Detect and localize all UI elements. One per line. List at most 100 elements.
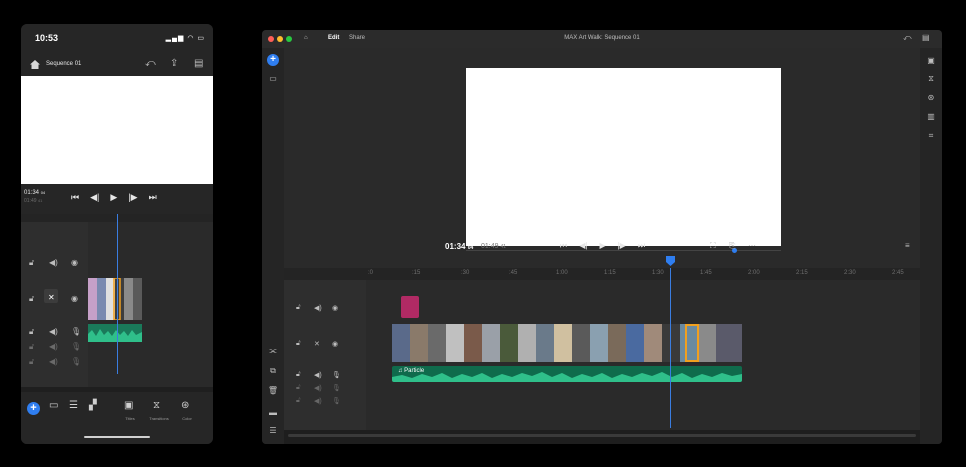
home-icon[interactable] bbox=[29, 59, 41, 70]
eye-icon[interactable]: ◉ bbox=[332, 340, 338, 348]
lock-icon[interactable]: 🔓︎ bbox=[296, 384, 301, 392]
media-icon[interactable]: ▭ bbox=[49, 400, 58, 411]
audio-icon[interactable]: ▥ bbox=[920, 112, 942, 121]
speaker-icon[interactable]: ◀) bbox=[314, 397, 322, 405]
play-icon[interactable]: ▶ bbox=[599, 241, 605, 251]
comment-icon[interactable]: ▤ bbox=[922, 33, 930, 42]
video-clip[interactable] bbox=[88, 278, 142, 320]
undo-icon[interactable]: ⤺ bbox=[145, 58, 156, 69]
lock-icon[interactable]: 🔓︎ bbox=[296, 397, 301, 405]
lock-icon[interactable]: 🔓︎ bbox=[296, 304, 301, 312]
audio-clip[interactable] bbox=[88, 324, 142, 342]
signal-wifi-battery-icon: ▂▄▆ ◠ ▭ bbox=[165, 35, 205, 42]
list-icon[interactable]: ☰ bbox=[69, 400, 78, 411]
program-monitor bbox=[284, 48, 920, 268]
ruler-tick: :0 bbox=[368, 270, 374, 276]
share-icon[interactable]: ⇪ bbox=[170, 58, 178, 69]
graphic-clip[interactable] bbox=[401, 296, 419, 318]
more-icon[interactable]: ⋯ bbox=[748, 241, 756, 250]
speaker-icon[interactable]: ◀) bbox=[49, 342, 58, 351]
speaker-icon[interactable]: ◀) bbox=[49, 327, 58, 336]
playback-controls: 01:34 04 01:49 41 ⏮ ◀| ▶ |▶ ⏭ bbox=[21, 184, 213, 214]
comment-icon[interactable]: ▤ bbox=[194, 58, 203, 69]
step-back-icon[interactable]: ◀| bbox=[579, 241, 587, 251]
crop-icon[interactable]: ⌗ bbox=[920, 131, 942, 141]
lock-icon[interactable]: 🔓︎ bbox=[296, 340, 301, 348]
phone-app-window: 10:53 ▂▄▆ ◠ ▭ Sequence 01 ⤺ ⇪ ▤ 01:34 04… bbox=[21, 24, 213, 444]
arrange-icon[interactable]: ▞ bbox=[89, 400, 97, 411]
speaker-icon[interactable]: ◀) bbox=[49, 258, 58, 267]
speaker-icon[interactable]: ◀) bbox=[314, 304, 322, 312]
playhead[interactable] bbox=[117, 214, 118, 374]
title-bar: ⌂ Edit Share MAX Art Walk: Sequence 01 ⤺… bbox=[262, 30, 942, 48]
mic-icon[interactable]: 🎙︎ bbox=[71, 342, 81, 351]
lock-icon[interactable]: 🔓︎ bbox=[29, 342, 34, 352]
go-to-start-icon[interactable]: ⏮ bbox=[560, 241, 567, 251]
list-icon[interactable]: ☰ bbox=[262, 426, 284, 435]
split-icon[interactable]: ⫘ bbox=[262, 346, 284, 356]
current-timecode: 01:34 04 bbox=[24, 190, 46, 196]
mic-icon[interactable]: 🎙︎ bbox=[332, 384, 341, 392]
speaker-icon[interactable]: ◀) bbox=[314, 371, 322, 379]
transitions-icon[interactable]: ⧖ bbox=[153, 400, 160, 411]
step-forward-icon[interactable]: |▶ bbox=[128, 192, 137, 203]
media-icon[interactable]: ▭ bbox=[262, 74, 284, 83]
titles-icon[interactable]: ▣ bbox=[920, 56, 942, 65]
panel-menu-icon[interactable]: ≡ bbox=[905, 241, 910, 250]
ruler-tick: 2:30 bbox=[844, 270, 856, 276]
duplicate-icon[interactable]: ⧉ bbox=[262, 366, 284, 376]
play-icon[interactable]: ▶ bbox=[110, 192, 117, 203]
lock-icon[interactable]: 🔓︎ bbox=[29, 357, 34, 367]
ruler-tick: 1:00 bbox=[556, 270, 568, 276]
export-frame-icon[interactable]: ⎘ bbox=[729, 241, 735, 251]
color-icon[interactable]: ⊛ bbox=[181, 400, 189, 411]
timeline-scrollbar[interactable] bbox=[288, 434, 916, 437]
mic-icon[interactable]: 🎙︎ bbox=[332, 397, 341, 405]
program-monitor[interactable] bbox=[21, 76, 213, 184]
playhead[interactable] bbox=[670, 268, 671, 428]
track-height-icon[interactable]: ▬ bbox=[262, 408, 284, 417]
ruler-tick: 2:15 bbox=[796, 270, 808, 276]
eye-icon[interactable]: ◉ bbox=[71, 294, 78, 303]
ruler-tick: 2:00 bbox=[748, 270, 760, 276]
ruler-tick: 1:45 bbox=[700, 270, 712, 276]
titles-icon[interactable]: ▣ bbox=[124, 400, 133, 411]
eye-icon[interactable]: ◉ bbox=[71, 258, 78, 267]
go-to-end-icon[interactable]: ⏭ bbox=[638, 241, 645, 251]
lock-icon[interactable]: 🔓︎ bbox=[29, 294, 34, 304]
lock-icon[interactable]: 🔓︎ bbox=[29, 327, 34, 337]
tool-label-color: Color bbox=[182, 416, 192, 421]
color-icon[interactable]: ⊛ bbox=[920, 93, 942, 102]
mic-icon[interactable]: 🎙︎ bbox=[332, 371, 341, 379]
add-media-button[interactable]: + bbox=[267, 54, 279, 66]
audio-clip[interactable]: ♫ Particle bbox=[392, 366, 742, 382]
ruler-tick: 1:30 bbox=[652, 270, 664, 276]
ruler-tick: :45 bbox=[509, 270, 518, 276]
delete-icon[interactable]: 🗑︎ bbox=[262, 386, 284, 395]
tool-label-transitions: Transitions bbox=[149, 416, 169, 421]
sequence-title: Sequence 01 bbox=[46, 61, 82, 67]
lock-icon[interactable]: 🔓︎ bbox=[296, 371, 301, 379]
speaker-icon[interactable]: ◀) bbox=[49, 357, 58, 366]
timeline-ruler[interactable]: :0 :15 :30 :45 1:00 1:15 1:30 1:45 2:00 … bbox=[284, 268, 920, 280]
transitions-icon[interactable]: ⧖ bbox=[920, 74, 942, 84]
muted-speaker-icon[interactable]: ✕ bbox=[314, 340, 320, 348]
undo-icon[interactable]: ⤺ bbox=[903, 33, 912, 43]
video-clip[interactable] bbox=[392, 324, 742, 362]
speaker-icon[interactable]: ◀) bbox=[314, 384, 322, 392]
add-media-button[interactable]: + bbox=[27, 402, 40, 415]
fullscreen-icon[interactable]: ⛶ bbox=[710, 241, 716, 251]
video-canvas[interactable] bbox=[466, 68, 781, 246]
ruler-tick: 2:45 bbox=[892, 270, 904, 276]
status-bar: 10:53 ▂▄▆ ◠ ▭ bbox=[21, 24, 213, 54]
step-back-icon[interactable]: ◀| bbox=[90, 192, 99, 203]
go-to-end-icon[interactable]: ⏭ bbox=[149, 192, 157, 203]
mic-icon[interactable]: 🎙︎ bbox=[71, 327, 81, 336]
eye-icon[interactable]: ◉ bbox=[332, 304, 338, 312]
phone-header: Sequence 01 ⤺ ⇪ ▤ bbox=[21, 54, 213, 76]
step-forward-icon[interactable]: |▶ bbox=[618, 241, 626, 251]
lock-icon[interactable]: 🔓︎ bbox=[29, 258, 34, 268]
mic-icon[interactable]: 🎙︎ bbox=[71, 357, 81, 366]
go-to-start-icon[interactable]: ⏮ bbox=[71, 192, 79, 203]
muted-speaker-icon[interactable]: ✕ bbox=[48, 293, 55, 302]
